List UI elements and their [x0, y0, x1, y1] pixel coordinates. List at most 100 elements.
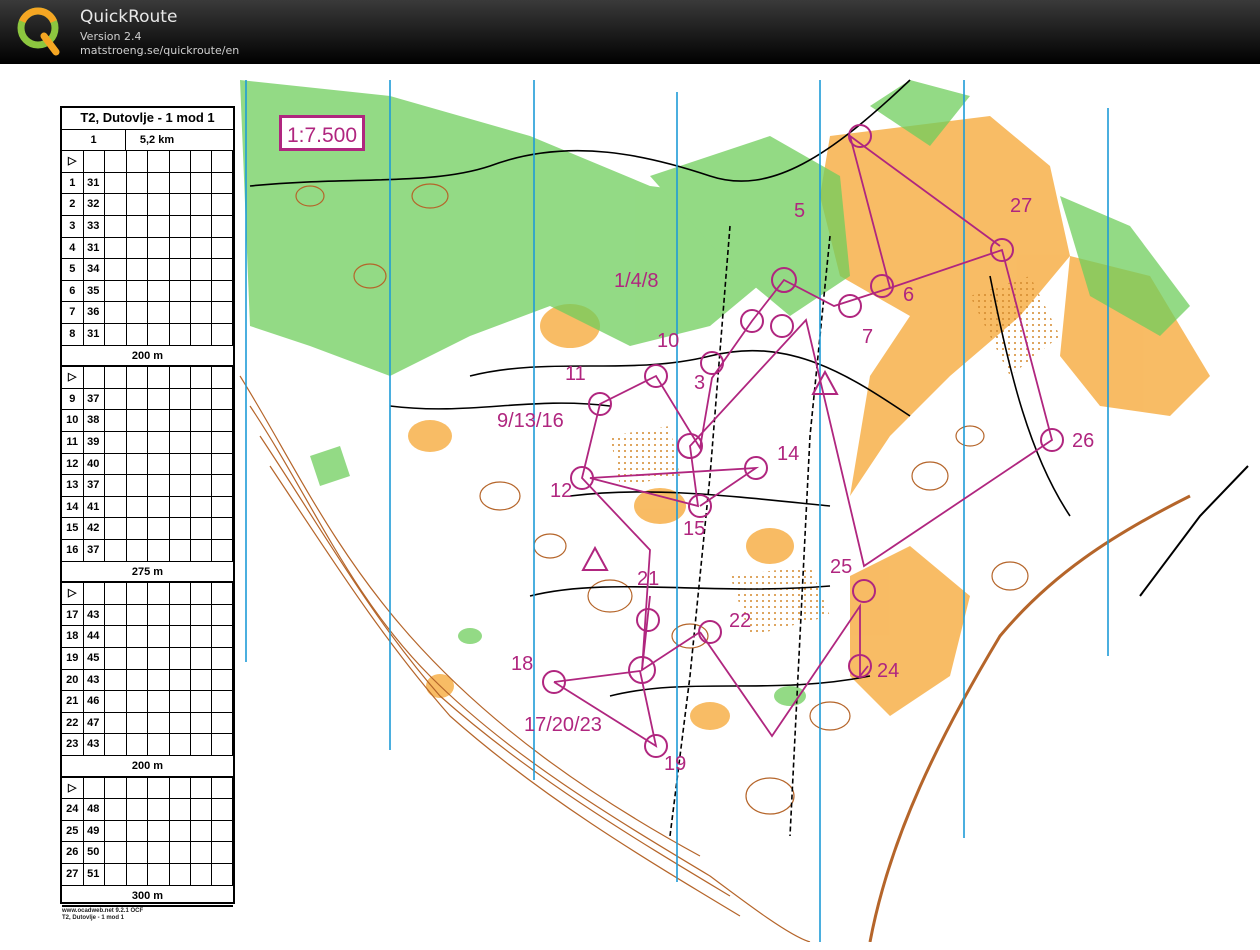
sheet-cell [105, 475, 127, 496]
control-code: 31 [83, 172, 105, 194]
control-code: 33 [83, 216, 105, 237]
sheet-cell [148, 324, 170, 345]
control-number: 10 [62, 410, 84, 431]
app-name: QuickRoute [80, 7, 178, 27]
course-length: 5,2 km [139, 133, 175, 146]
control-number: 25 [62, 820, 84, 842]
sheet-cell [169, 216, 191, 237]
start-row: ▷ [62, 583, 233, 605]
sheet-cell [105, 604, 127, 626]
sheet-cell [169, 820, 191, 842]
control-code: 38 [83, 410, 105, 431]
sheet-cell [105, 216, 127, 237]
control-number: 12 [62, 453, 84, 475]
sheet-cell [126, 216, 148, 237]
control-code: 49 [83, 820, 105, 842]
sheet-cell [190, 864, 212, 885]
marked-route-row: 200 m [62, 756, 233, 778]
app-url[interactable]: matstroeng.se/quickroute/en [80, 44, 239, 57]
control-label: 9/13/16 [497, 410, 564, 432]
sheet-cell [105, 820, 127, 842]
sheet-cell [190, 648, 212, 669]
sheet-cell [105, 712, 127, 734]
sheet-cell [169, 475, 191, 496]
sheet-cell [190, 324, 212, 345]
sheet-cell [148, 540, 170, 561]
control-label: 25 [830, 556, 853, 578]
sheet-cell [190, 172, 212, 194]
control-number: 9 [62, 388, 84, 410]
sheet-cell [126, 453, 148, 475]
control-label: 27 [1010, 195, 1033, 217]
control-row: 4 31 [62, 237, 233, 260]
sheet-title-row: T2, Dutovlje - 1 mod 1 [62, 108, 233, 130]
sheet-cell [148, 259, 170, 280]
control-row: 12 40 [62, 453, 233, 476]
sheet-cell [126, 842, 148, 863]
sheet-cell [105, 237, 127, 259]
control-row: 5 34 [62, 259, 233, 281]
sheet-cell [212, 388, 233, 410]
sheet-cell [126, 648, 148, 669]
sheet-cell [169, 410, 191, 431]
sheet-cell [148, 216, 170, 237]
title-bar: QuickRoute Version 2.4 matstroeng.se/qui… [0, 0, 1260, 64]
sheet-cell [212, 518, 233, 539]
control-number: 26 [62, 842, 84, 863]
control-label: 10 [657, 330, 680, 352]
sheet-cell [126, 864, 148, 885]
sheet-cell [105, 410, 127, 431]
start-triangle-icon: ▷ [62, 367, 84, 388]
control-code: 48 [83, 799, 105, 820]
sheet-cell [190, 453, 212, 475]
sheet-cell [190, 842, 212, 863]
control-number: 4 [62, 237, 84, 259]
marked-route-length: 300 m [131, 889, 164, 902]
control-number: 19 [62, 648, 84, 669]
control-number: 18 [62, 626, 84, 647]
control-row: 1 31 [62, 172, 233, 195]
sheet-cell [105, 194, 127, 215]
sheet-cell [126, 712, 148, 734]
sheet-cell [105, 302, 127, 323]
sheet-cell [169, 259, 191, 280]
sheet-cell [105, 453, 127, 475]
sheet-cell [126, 432, 148, 453]
sheet-cell [212, 496, 233, 518]
sheet-cell [190, 302, 212, 323]
sheet-cell [212, 669, 233, 691]
sheet-cell [105, 496, 127, 518]
control-label: 1/4/8 [614, 270, 659, 292]
sheet-cell [126, 367, 148, 388]
sheet-cell [190, 540, 212, 561]
start-triangle-icon: ▷ [62, 777, 84, 799]
sheet-cell [105, 540, 127, 561]
marked-route-row: 300 m [62, 886, 233, 908]
sheet-cell [126, 604, 148, 626]
sheet-cell [126, 669, 148, 691]
control-number: 8 [62, 324, 84, 345]
sheet-cell [212, 453, 233, 475]
sheet-cell [148, 496, 170, 518]
marked-route-row: 200 m [62, 346, 233, 368]
sheet-cell [83, 151, 105, 172]
sheet-cell [148, 799, 170, 820]
sheet-cell [169, 367, 191, 388]
sheet-cell [190, 777, 212, 799]
sheet-cell [169, 583, 191, 604]
control-number: 23 [62, 734, 84, 755]
control-number: 7 [62, 302, 84, 323]
sheet-cell [105, 648, 127, 669]
sheet-cell [190, 216, 212, 237]
control-number: 1 [62, 172, 84, 194]
sheet-cell [105, 388, 127, 410]
sheet-cell [212, 734, 233, 755]
control-number: 27 [62, 864, 84, 885]
sheet-cell [126, 518, 148, 539]
control-code: 37 [83, 540, 105, 561]
control-row: 9 37 [62, 388, 233, 411]
control-label: 22 [729, 610, 752, 632]
sheet-cell [148, 583, 170, 604]
marked-route-length: 275 m [131, 565, 164, 578]
sheet-cell [190, 712, 212, 734]
